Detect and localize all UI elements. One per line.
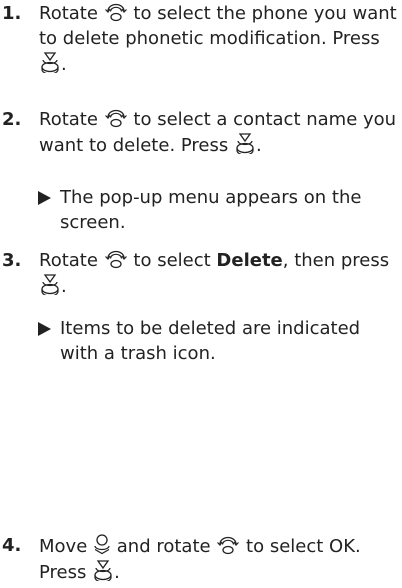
step-verb: Rotate: [39, 250, 98, 271]
step-2: 2. Rotate to select a contact name you w…: [2, 107, 398, 158]
press-knob-icon: [41, 52, 59, 73]
step-2-result: The pop-up menu appears on the screen.: [38, 185, 398, 235]
step-verb: Move: [39, 536, 88, 557]
step-verb: Rotate: [39, 3, 98, 24]
step-number: 1.: [2, 3, 22, 24]
press-knob-icon: [41, 274, 59, 295]
result-text: Items to be deleted are indicated with a…: [60, 318, 361, 364]
press-knob-icon: [236, 133, 254, 154]
rotate-knob-icon: [217, 536, 240, 555]
step-body-2: , then press: [282, 250, 390, 271]
step-4: 4. Move and rotate to select OK. Press .: [2, 533, 398, 585]
menu-item-delete: Delete: [216, 250, 283, 271]
step-text: Rotate to select a contact name you want…: [39, 107, 398, 158]
result-arrow-icon: [38, 322, 51, 336]
move-stick-icon: [94, 534, 110, 555]
step-text: Rotate to select Delete, then press .: [39, 248, 398, 299]
press-knob-icon: [94, 560, 112, 581]
step-end: .: [61, 54, 67, 75]
step-number: 3.: [2, 250, 22, 271]
rotate-knob-icon: [104, 3, 127, 22]
step-text: Rotate to select the phone you want to d…: [39, 1, 398, 77]
step-3: 3. Rotate to select Delete, then press .: [2, 248, 398, 299]
step-end: .: [256, 135, 262, 156]
step-1: 1. Rotate to select the phone you want t…: [2, 1, 398, 77]
step-number: 4.: [2, 535, 22, 556]
result-arrow-icon: [38, 191, 51, 205]
step-verb: Rotate: [39, 109, 98, 130]
step-body: to select: [133, 250, 211, 271]
rotate-knob-icon: [104, 250, 127, 269]
step-end: .: [61, 276, 67, 297]
step-3-result: Items to be deleted are indicated with a…: [38, 316, 398, 366]
step-end: .: [114, 562, 120, 583]
step-text: Move and rotate to select OK. Press .: [39, 533, 398, 585]
instruction-page: 1. Rotate to select the phone you want t…: [0, 0, 402, 588]
step-body: and rotate: [116, 536, 211, 557]
result-text: The pop-up menu appears on the screen.: [60, 187, 362, 233]
step-number: 2.: [2, 109, 22, 130]
rotate-knob-icon: [104, 109, 127, 128]
